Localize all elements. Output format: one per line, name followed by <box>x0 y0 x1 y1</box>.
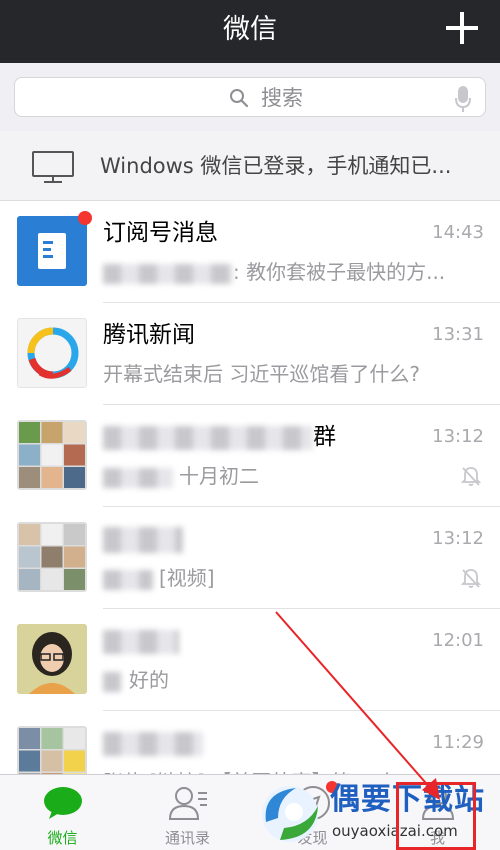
chat-preview: [视频] <box>103 564 215 592</box>
person-photo <box>17 624 87 694</box>
chat-time: 13:12 <box>432 528 484 549</box>
unread-badge <box>78 211 92 225</box>
tab-contacts[interactable]: 通讯录 <box>125 775 250 850</box>
nav-bar: 微信 <box>0 0 500 63</box>
monitor-icon <box>32 151 74 183</box>
avatar <box>17 624 87 694</box>
chat-time: 12:01 <box>432 630 484 651</box>
chat-title: 群 <box>103 421 336 453</box>
contacts-icon <box>168 787 207 820</box>
watermark-logo-icon <box>262 786 318 842</box>
group-avatar-grid <box>19 524 85 590</box>
subscription-icon <box>38 233 66 269</box>
group-avatar-grid <box>19 422 85 488</box>
group-avatar <box>17 522 87 592</box>
chat-time: 14:43 <box>432 222 484 243</box>
chat-row-group[interactable]: 群 13:12 十月初二 <box>0 405 500 507</box>
chat-title: 腾讯新闻 <box>103 322 195 348</box>
blurred-text <box>103 526 183 553</box>
blurred-text <box>103 263 233 284</box>
chat-preview: 十月初二 <box>103 462 259 490</box>
page-title: 微信 <box>223 14 277 45</box>
search-input[interactable]: 搜索 <box>14 77 486 117</box>
chat-time: 13:12 <box>432 426 484 447</box>
avatar <box>17 216 87 286</box>
chat-preview: 开幕式结束后 习近平巡馆看了什么? <box>103 362 420 386</box>
chat-preview: 好的 <box>103 666 169 694</box>
blurred-text <box>103 671 121 692</box>
blurred-text <box>103 731 203 756</box>
chat-row-subscriptions[interactable]: 订阅号消息 14:43 : 教你套被子最快的方... <box>0 201 500 303</box>
mute-bell-icon <box>460 569 482 588</box>
search-area: 搜索 <box>0 63 500 131</box>
chat-title <box>103 727 203 759</box>
microphone-icon[interactable] <box>455 86 471 112</box>
avatar <box>17 318 87 388</box>
desktop-login-banner[interactable]: Windows 微信已登录，手机通知已... <box>0 131 500 201</box>
chat-preview: : 教你套被子最快的方... <box>103 258 445 286</box>
chat-title: 订阅号消息 <box>103 220 218 246</box>
blurred-text <box>103 425 313 450</box>
chat-title <box>103 523 183 555</box>
mute-bell-icon <box>460 467 482 486</box>
blurred-text <box>103 467 173 488</box>
chat-bubble-icon <box>43 787 82 819</box>
search-placeholder: 搜索 <box>261 86 303 110</box>
annotation-highlight-box <box>396 782 476 850</box>
chat-time: 11:29 <box>432 732 484 753</box>
chat-row-contact[interactable]: 12:01 好的 <box>0 609 500 711</box>
tencent-news-logo <box>27 327 79 379</box>
group-avatar <box>17 420 87 490</box>
chat-time: 13:31 <box>432 324 484 345</box>
search-icon <box>230 89 249 108</box>
tab-chats[interactable]: 微信 <box>0 775 125 850</box>
chat-row-contact[interactable]: 13:12 [视频] <box>0 507 500 609</box>
banner-text: Windows 微信已登录，手机通知已... <box>100 154 452 178</box>
chat-title <box>103 625 179 657</box>
chat-row-tencent-news[interactable]: 腾讯新闻 13:31 开幕式结束后 习近平巡馆看了什么? <box>0 303 500 405</box>
blurred-text <box>103 629 179 654</box>
add-plus-button[interactable] <box>446 12 478 44</box>
blurred-text <box>103 569 153 590</box>
